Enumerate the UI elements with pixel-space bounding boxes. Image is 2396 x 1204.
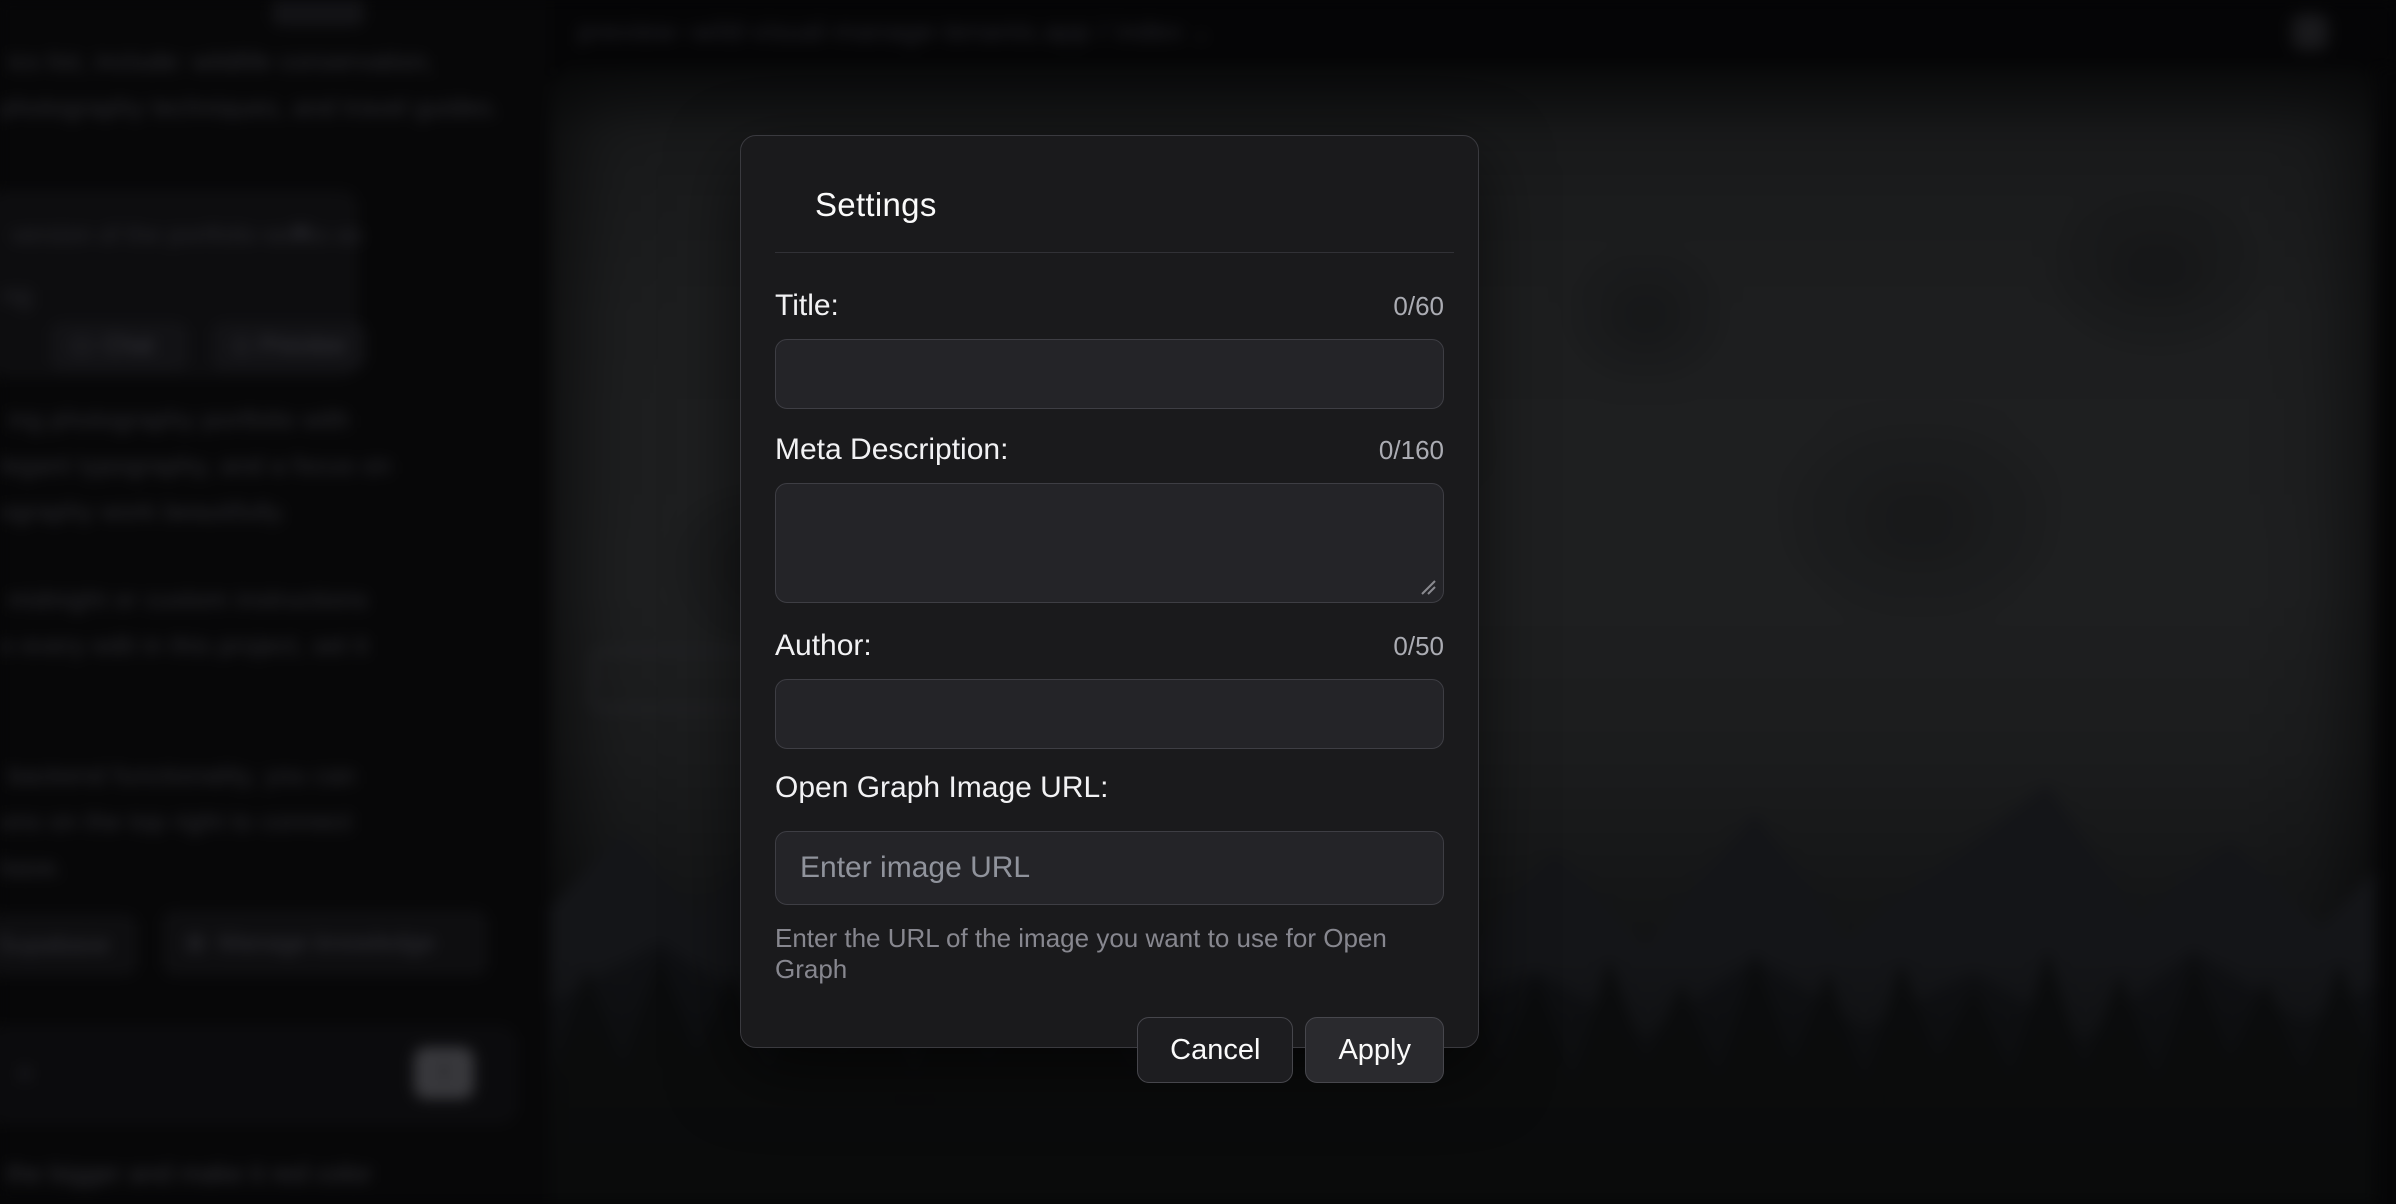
author-counter: 0/50 — [1393, 631, 1444, 662]
meta-description-counter: 0/160 — [1379, 435, 1444, 466]
meta-description-textarea[interactable] — [775, 483, 1444, 603]
dialog-footer: Cancel Apply — [775, 1017, 1444, 1083]
title-label: Title: — [775, 289, 839, 323]
author-label: Author: — [775, 629, 872, 663]
dialog-body: Title: 0/60 Meta Description: 0/160 Auth… — [741, 253, 1478, 1083]
author-field-row: Author: 0/50 — [775, 629, 1444, 663]
og-helper-text: Enter the URL of the image you want to u… — [775, 923, 1444, 985]
meta-description-wrap — [775, 483, 1444, 603]
cancel-button[interactable]: Cancel — [1137, 1017, 1293, 1083]
og-image-url-label: Open Graph Image URL: — [775, 771, 1109, 805]
resize-handle-icon[interactable] — [1418, 577, 1436, 595]
title-input[interactable] — [775, 339, 1444, 409]
dialog-header: Settings — [741, 136, 1478, 224]
og-image-url-input[interactable] — [775, 831, 1444, 905]
title-counter: 0/60 — [1393, 291, 1444, 322]
author-input[interactable] — [775, 679, 1444, 749]
meta-description-label: Meta Description: — [775, 433, 1008, 467]
title-field-row: Title: 0/60 — [775, 289, 1444, 323]
apply-button[interactable]: Apply — [1305, 1017, 1444, 1083]
dialog-title: Settings — [815, 186, 1444, 224]
meta-description-field-row: Meta Description: 0/160 — [775, 433, 1444, 467]
settings-dialog: Settings Title: 0/60 Meta Description: 0… — [740, 135, 1479, 1048]
og-image-field-row: Open Graph Image URL: — [775, 771, 1444, 805]
app-window: ics list, include: wildlife conservation… — [0, 0, 2396, 1204]
